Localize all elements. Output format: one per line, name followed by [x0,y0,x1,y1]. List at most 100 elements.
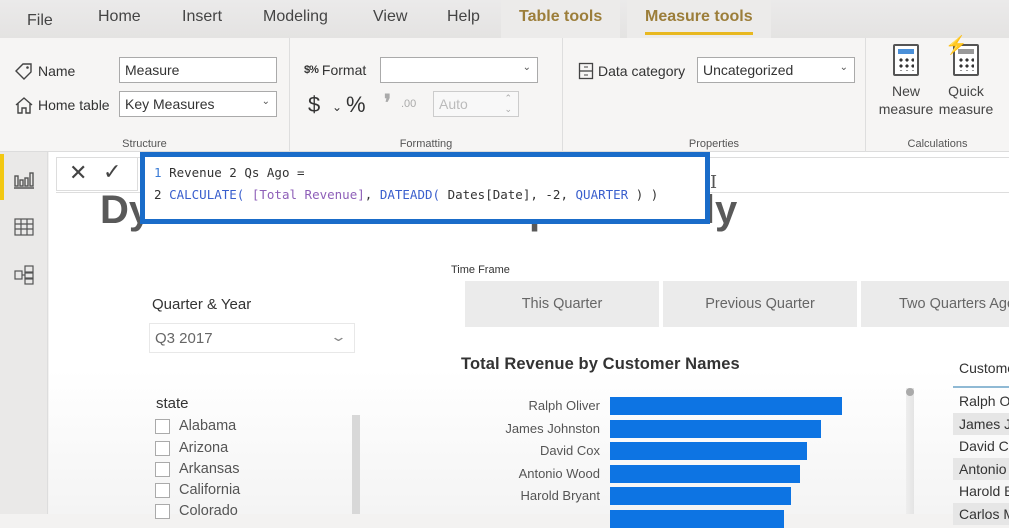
quarter-dropdown[interactable]: Q3 2017 ⌄ [149,323,355,353]
formatting-group-label: Formatting [399,138,453,150]
formula-editor[interactable]: 1 Revenue 2 Qs Ago = 2 CALCULATE( [Total… [140,152,710,224]
home-table-label-wrap: Home table [14,96,110,114]
menu-file[interactable]: File [27,12,53,30]
quick-measure-button[interactable]: ⚡ Quick measure [936,36,996,118]
state-item-label: Arizona [179,440,229,456]
comma-button[interactable]: ❜ [384,90,391,116]
bar-antonio-wood[interactable] [610,464,800,483]
name-label-wrap: Name [14,62,75,80]
table-header[interactable]: Customer Names [959,360,1009,376]
commit-icon[interactable]: ✓ [103,159,121,185]
checkbox[interactable] [155,418,170,434]
time-frame-previous-quarter[interactable]: Previous Quarter [663,281,857,327]
state-item[interactable]: Colorado [155,503,238,519]
state-item-label: Arkansas [179,461,240,477]
table-row[interactable]: Harold Bryant [953,480,1009,502]
checkbox[interactable] [155,440,170,456]
home-table-label: Home table [38,97,110,113]
home-table-value: Key Measures [125,96,215,112]
bar-ralph-oliver[interactable] [610,397,842,415]
data-category-icon [578,62,594,80]
time-frame-two-quarters-ago[interactable]: Two Quarters Ago [861,281,1009,327]
name-label: Name [38,63,76,79]
data-view-icon[interactable] [12,216,36,238]
new-measure-label-1: New [891,83,920,99]
checkbox[interactable] [155,461,170,477]
home-table-select[interactable]: Key Measures ⌄ [119,91,277,117]
data-category-label-wrap: Data category [578,62,685,80]
name-input[interactable]: Measure [119,57,277,83]
calculator-icon [893,44,919,76]
new-measure-button[interactable]: New measure [876,44,936,118]
bar-label: Antonio Wood [518,465,600,481]
format-label: Format [321,62,367,78]
menu-insert[interactable]: Insert [182,8,222,26]
bar-james-johnston[interactable] [610,419,821,438]
decimal-places-value: Auto [439,96,468,112]
menu-view[interactable]: View [373,8,407,26]
tab-table-tools[interactable]: Table tools [501,0,621,38]
tag-icon [15,63,32,80]
cancel-icon[interactable]: ✕ [69,160,87,186]
bar-label: James Johnston [505,420,600,436]
calculate-function: CALCULATE( [169,187,245,202]
model-view-icon[interactable] [12,264,36,286]
state-item[interactable]: Arizona [155,440,228,456]
state-item[interactable]: California [155,482,240,498]
bar-label: Harold Bryant [520,488,600,503]
formatting-group: $% Format ⌄ $ ⌄ % ❜ .00 Auto ⌃ ⌄ Formatti… [290,38,563,152]
checkbox[interactable] [155,503,170,519]
state-slicer-title: state [156,395,189,412]
bar-carlos-m[interactable] [610,509,784,528]
state-item[interactable]: Alabama [155,418,236,434]
bar-david-cox[interactable] [610,442,807,460]
lightning-icon: ⚡ [945,35,968,55]
code-line-1: 1 Revenue 2 Qs Ago = [154,165,305,180]
data-category-select[interactable]: Uncategorized ⌄ [697,57,855,83]
state-slicer-scrollbar[interactable] [352,415,360,514]
checkbox[interactable] [155,482,170,498]
state-item-label: Alabama [179,418,237,434]
closing-parens: ) ) [635,187,659,202]
dateadd-args: Dates[Date], -2, [447,187,568,202]
decimal-places-input[interactable]: Auto ⌃ ⌄ [433,91,519,117]
time-frame-label: Time Frame [451,264,510,276]
table-row[interactable]: James Johnston [953,412,1009,435]
chart-title: Total Revenue by Customer Names [461,355,740,373]
table-row[interactable]: Ralph Oliver [953,390,1009,412]
decimal-button[interactable]: .00 [401,98,416,110]
table-row[interactable]: Antonio Wood [953,457,1009,480]
dateadd-function: DATEADD( [379,187,441,202]
report-view-icon[interactable] [12,168,36,190]
separator: , [364,187,373,202]
measure-reference: [Total Revenue] [251,187,365,202]
bar-harold-bryant[interactable] [610,487,791,505]
tab-measure-tools[interactable]: Measure tools [627,0,771,38]
menu-modeling[interactable]: Modeling [263,8,328,26]
state-item[interactable]: Arkansas [155,461,239,477]
line-number: 1 [154,165,162,180]
format-icon: $% [304,64,319,76]
code-line-2: 2 CALCULATE( [Total Revenue], DATEADD( D… [154,187,658,202]
active-view-indicator [0,154,4,200]
chart-scrollbar-thumb[interactable] [906,388,914,396]
currency-button[interactable]: $ [308,92,320,118]
menu-help[interactable]: Help [447,8,480,26]
menu-bar: File Home Insert Modeling View Help Tabl… [0,0,1009,38]
format-select[interactable]: ⌄ [380,57,538,83]
spinner-icon[interactable]: ⌃ ⌄ [504,93,512,115]
currency-dropdown-icon[interactable]: ⌄ [332,100,342,114]
chevron-down-icon: ⌄ [329,329,348,344]
line-number: 2 [154,187,162,202]
ribbon: Name Measure Home table Key Measures ⌄ S… [0,36,1009,152]
table-header-divider [953,386,1009,388]
format-label-wrap: $% Format [304,62,366,78]
chart-scrollbar[interactable] [906,388,914,514]
table-row[interactable]: David Cox [953,435,1009,457]
chevron-down-icon: ⌄ [522,62,531,73]
percent-button[interactable]: % [346,92,366,118]
quick-measure-icon: ⚡ [945,36,979,76]
menu-home[interactable]: Home [98,8,141,26]
structure-group-label: Structure [122,138,167,150]
time-frame-this-quarter[interactable]: This Quarter [465,281,659,327]
